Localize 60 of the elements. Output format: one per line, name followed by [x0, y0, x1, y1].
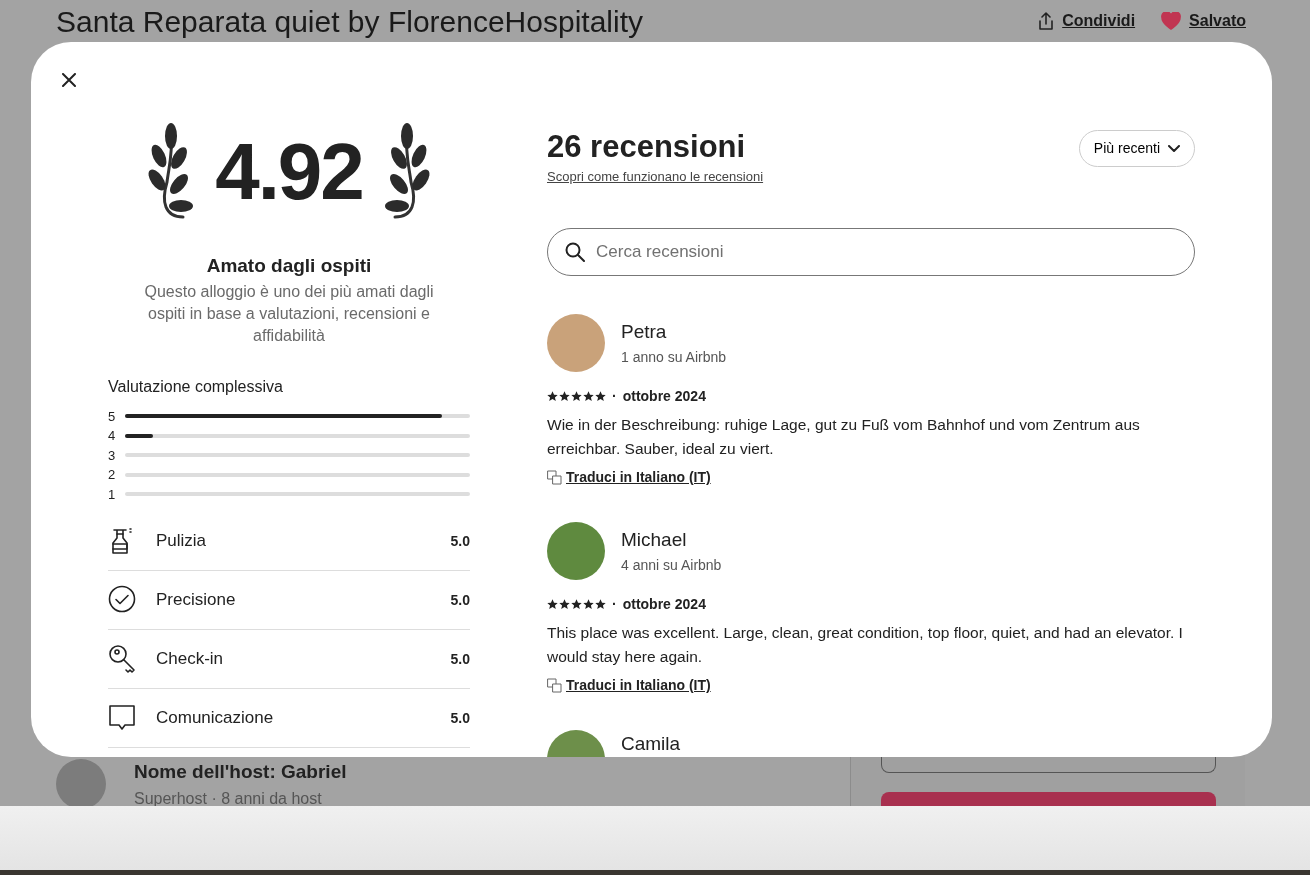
- star-icon: [547, 599, 558, 611]
- category-score: 5.0: [450, 708, 470, 728]
- star-icon: [583, 391, 594, 403]
- review-date: ottobre 2024: [622, 595, 706, 615]
- rating-number: 1: [108, 487, 116, 501]
- reviewer-name: Camila: [621, 732, 681, 757]
- translate-link[interactable]: Traduci in Italiano (IT): [566, 675, 711, 697]
- photo-placeholder: [547, 522, 605, 581]
- review-text: This place was excellent. Large, clean, great condition, top floor, quiet, and had an elevator. I would stay here again.: [547, 623, 1184, 668]
- translate-link[interactable]: Traduci in Italiano (IT): [566, 467, 711, 489]
- separator-dot: ·: [612, 387, 617, 407]
- star-icon: [547, 391, 558, 403]
- listing-title: Santa Reparata quiet by FlorenceHospitality: [56, 3, 643, 40]
- star-icon: [583, 599, 594, 611]
- category-label: Check-in: [156, 648, 225, 671]
- rating-number: 2: [108, 468, 116, 482]
- reviews-info-link[interactable]: Scopri come funzionano le recensioni: [547, 169, 764, 185]
- host-subtitle: Superhost · 8 anni da host: [134, 788, 323, 809]
- search-field[interactable]: Cerca recensioni: [547, 228, 1195, 277]
- search-icon: [565, 242, 585, 263]
- reviewer-name: Michael: [621, 528, 688, 553]
- review-date: ottobre 2024: [622, 387, 706, 407]
- star-icon: [559, 391, 570, 403]
- avatar: [547, 314, 605, 373]
- key-icon: [108, 644, 136, 674]
- rating-number: 4: [108, 429, 116, 443]
- review-text: Wie in der Beschreibung: ruhige Lage, gut zu Fuß vom Bahnhof und vom Zentrum aus erreichbar. Sauber, ideal zu viert.: [547, 415, 1141, 460]
- speech-bubble-icon: [108, 703, 136, 733]
- sort-dropdown[interactable]: Più recenti: [1078, 130, 1195, 167]
- reviewer-tenure: 4 anni su Airbnb: [621, 555, 722, 575]
- overall-rating-label: Valutazione complessiva: [108, 376, 284, 397]
- category-score: 5.0: [450, 649, 470, 669]
- category-label: Precisione: [156, 589, 237, 612]
- check-circle-icon: [108, 585, 136, 615]
- category-score: 5.0: [450, 531, 470, 551]
- star-icon: [595, 599, 606, 611]
- share-link[interactable]: Condividi: [1038, 9, 1136, 33]
- reviewer-tenure: 1 anno su Airbnb: [621, 347, 727, 367]
- rating-value: 4.92: [215, 132, 363, 212]
- host-name: Nome dell'host: Gabriel: [134, 760, 347, 784]
- badge-title: Amato dagli ospiti: [205, 254, 373, 278]
- reviewer-name: Petra: [621, 320, 668, 345]
- separator-dot: ·: [612, 595, 617, 615]
- rating-number: 3: [108, 448, 116, 462]
- caret-icon: [1168, 144, 1180, 153]
- category-label: Comunicazione: [156, 707, 275, 730]
- category-label: Pulizia: [156, 530, 208, 553]
- star-icon: [559, 599, 570, 611]
- reviews-count-title: 26 recensioni: [547, 130, 746, 165]
- rating-number: 5: [108, 409, 116, 423]
- badge-description: Questo alloggio è uno dei più amati dagli ospiti in base a valutazioni, recensioni e affidabilità: [143, 281, 435, 346]
- translate-icon: [547, 678, 562, 694]
- category-score: 5.0: [450, 590, 470, 610]
- star-icon: [571, 391, 582, 403]
- share-icon: [1038, 12, 1055, 30]
- close-icon: [62, 73, 76, 87]
- translate-icon: [547, 470, 562, 486]
- save-link[interactable]: Salvato: [1161, 9, 1246, 33]
- star-icon: [595, 391, 606, 403]
- star-icon: [571, 599, 582, 611]
